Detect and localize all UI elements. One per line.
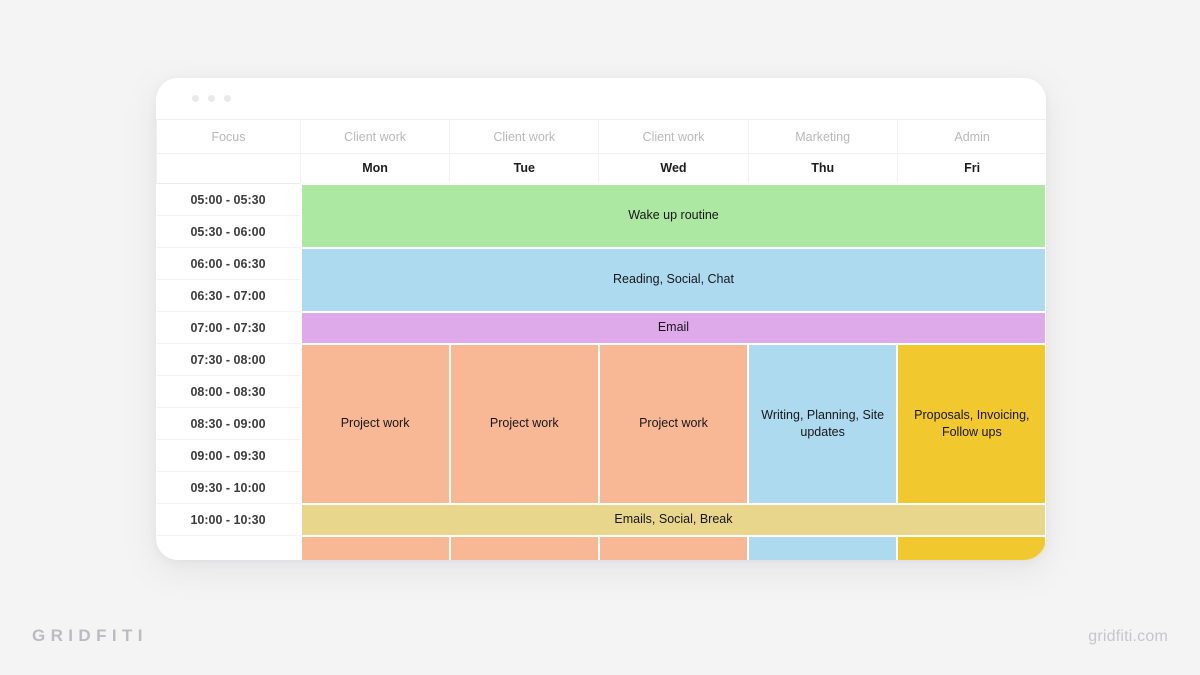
time-slot-5: 07:30 - 08:00 [156,343,301,376]
event-clipped-mon[interactable] [299,534,451,560]
column-focus-wed: Client work [598,119,749,154]
window-dot-minimize-icon[interactable] [208,95,215,102]
event-writing-planning-site-updates[interactable]: Writing, Planning, Site updates [747,342,899,505]
focus-header-row: Focus Client work Client work Client wor… [156,119,1046,154]
day-header-fri: Fri [896,153,1046,184]
event-project-work-wed[interactable]: Project work [597,342,750,505]
event-project-work-mon[interactable]: Project work [299,342,451,505]
day-header-mon: Mon [299,153,450,184]
column-focus-fri: Admin [896,119,1046,154]
time-slot-7: 08:30 - 09:00 [156,407,301,440]
event-clipped-wed[interactable] [597,534,750,560]
time-slot-4: 07:00 - 07:30 [156,311,301,344]
window-dot-maximize-icon[interactable] [224,95,231,102]
time-slot-2: 06:00 - 06:30 [156,247,301,280]
schedule-row-clipped [156,534,1046,560]
column-focus-thu: Marketing [747,119,898,154]
time-slot-10: 10:00 - 10:30 [156,503,301,536]
event-emails-social-break[interactable]: Emails, Social, Break [299,502,1046,537]
column-focus-tue: Client work [449,119,599,154]
event-email[interactable]: Email [299,310,1046,345]
schedule-row: 05:00 - 05:30 Wake up routine [156,182,1046,249]
focus-header-label: Focus [156,119,301,154]
page-root: Focus Client work Client work Client wor… [0,0,1200,675]
gridfiti-url-label: gridfiti.com [1088,628,1168,645]
day-header-thu: Thu [747,153,898,184]
day-header-wed: Wed [598,153,749,184]
time-slot-8: 09:00 - 09:30 [156,439,301,472]
event-wake-up-routine[interactable]: Wake up routine [299,182,1046,249]
time-slot-11 [156,535,301,560]
event-project-work-tue[interactable]: Project work [448,342,600,505]
schedule-row: 10:00 - 10:30 Emails, Social, Break [156,502,1046,537]
window-controls [192,95,231,102]
time-slot-0: 05:00 - 05:30 [156,183,301,216]
gridfiti-logo: GRIDFITI [32,626,148,645]
window-titlebar [156,78,1046,119]
day-header-spacer [156,153,301,184]
time-slot-1: 05:30 - 06:00 [156,215,301,248]
time-slot-9: 09:30 - 10:00 [156,471,301,504]
schedule-row: 07:30 - 08:00 Project work Project work … [156,342,1046,505]
event-clipped-tue[interactable] [448,534,600,560]
event-clipped-thu[interactable] [747,534,899,560]
schedule-row: 07:00 - 07:30 Email [156,310,1046,345]
column-focus-mon: Client work [299,119,450,154]
event-clipped-fri[interactable] [896,534,1046,560]
event-proposals-invoicing-follow-ups[interactable]: Proposals, Invoicing, Follow ups [896,342,1046,505]
time-slot-6: 08:00 - 08:30 [156,375,301,408]
window-dot-close-icon[interactable] [192,95,199,102]
weekly-schedule-table: Focus Client work Client work Client wor… [156,119,1046,560]
event-reading-social-chat[interactable]: Reading, Social, Chat [299,246,1046,313]
schedule-row: 06:00 - 06:30 Reading, Social, Chat [156,246,1046,313]
day-header-tue: Tue [449,153,599,184]
day-header-row: Mon Tue Wed Thu Fri [156,153,1046,184]
schedule-window-card: Focus Client work Client work Client wor… [156,78,1046,560]
time-slot-3: 06:30 - 07:00 [156,279,301,312]
